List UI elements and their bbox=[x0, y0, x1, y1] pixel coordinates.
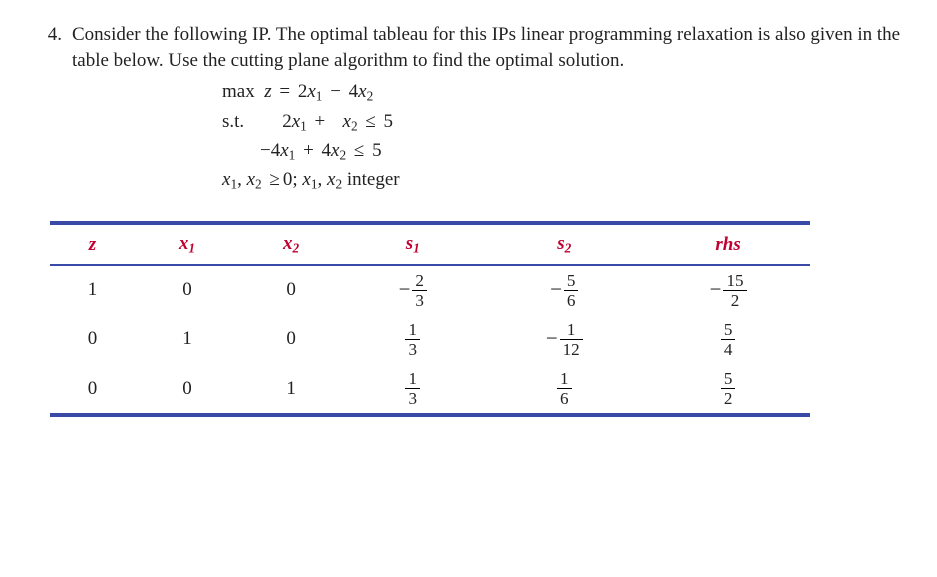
constraint-2: −4x1 + 4x2 ≤ 5 bbox=[222, 138, 907, 164]
cell-s1: −23 bbox=[343, 265, 482, 315]
col-x1: x1 bbox=[135, 223, 239, 264]
obj-var: z bbox=[259, 81, 271, 102]
c1-le: ≤ bbox=[362, 111, 378, 132]
problem-stem: Consider the following IP. The optimal t… bbox=[72, 22, 907, 211]
minus: − bbox=[327, 81, 344, 102]
c1-plus: + bbox=[312, 111, 329, 132]
cell-x1: 1 bbox=[135, 315, 239, 364]
tableau-table: z x1 x2 s1 s2 rhs 100−23−56−15201013−112… bbox=[50, 221, 810, 417]
optimal-tableau: z x1 x2 s1 s2 rhs 100−23−56−15201013−112… bbox=[50, 221, 887, 417]
cell-s2: −112 bbox=[482, 315, 646, 364]
table-header-row: z x1 x2 s1 s2 rhs bbox=[50, 223, 810, 264]
c2-le: ≤ bbox=[351, 140, 367, 161]
problem-block: 4. Consider the following IP. The optima… bbox=[30, 22, 907, 211]
cell-rhs: −152 bbox=[646, 265, 810, 315]
cell-x1: 0 bbox=[135, 265, 239, 315]
term-4x2: 4x2 bbox=[349, 81, 374, 102]
cell-rhs: 54 bbox=[646, 315, 810, 364]
tableau-body: 100−23−56−15201013−11254001131652 bbox=[50, 265, 810, 416]
cell-rhs: 52 bbox=[646, 364, 810, 415]
cell-s2: 16 bbox=[482, 364, 646, 415]
cell-z: 0 bbox=[50, 364, 135, 415]
domain: x1, x2 ≥0; x1, x2 integer bbox=[222, 167, 907, 193]
cell-s2: −56 bbox=[482, 265, 646, 315]
cell-x1: 0 bbox=[135, 364, 239, 415]
cell-s1: 13 bbox=[343, 315, 482, 364]
st-label: s.t. bbox=[222, 111, 244, 132]
objective: max z = 2x1 − 4x2 bbox=[222, 79, 907, 105]
table-row: 01013−11254 bbox=[50, 315, 810, 364]
table-row: 001131652 bbox=[50, 364, 810, 415]
c2-plus: + bbox=[300, 140, 317, 161]
c1-t2: x2 bbox=[343, 111, 358, 132]
cell-z: 0 bbox=[50, 315, 135, 364]
c2-t1: −4x1 bbox=[260, 140, 295, 161]
col-z: z bbox=[50, 223, 135, 264]
cell-x2: 1 bbox=[239, 364, 343, 415]
table-row: 100−23−56−152 bbox=[50, 265, 810, 315]
col-s1: s1 bbox=[343, 223, 482, 264]
term-2x1: 2x1 bbox=[298, 81, 323, 102]
problem-text: Consider the following IP. The optimal t… bbox=[72, 24, 900, 71]
col-rhs: rhs bbox=[646, 223, 810, 264]
max-label: max bbox=[222, 81, 255, 102]
equals: = bbox=[276, 81, 293, 102]
col-s2: s2 bbox=[482, 223, 646, 264]
col-x2: x2 bbox=[239, 223, 343, 264]
cell-x2: 0 bbox=[239, 315, 343, 364]
constraint-1: s.t. 2x1 + x2 ≤ 5 bbox=[222, 109, 907, 135]
lp-formulation: max z = 2x1 − 4x2 s.t. 2x1 + x2 ≤ 5 −4x1 bbox=[222, 79, 907, 193]
cell-x2: 0 bbox=[239, 265, 343, 315]
problem-number: 4. bbox=[30, 22, 72, 48]
c2-t2: 4x2 bbox=[322, 140, 347, 161]
cell-z: 1 bbox=[50, 265, 135, 315]
c2-rhs: 5 bbox=[372, 140, 382, 161]
cell-s1: 13 bbox=[343, 364, 482, 415]
c1-t1: 2x1 bbox=[282, 111, 307, 132]
c1-rhs: 5 bbox=[384, 111, 394, 132]
